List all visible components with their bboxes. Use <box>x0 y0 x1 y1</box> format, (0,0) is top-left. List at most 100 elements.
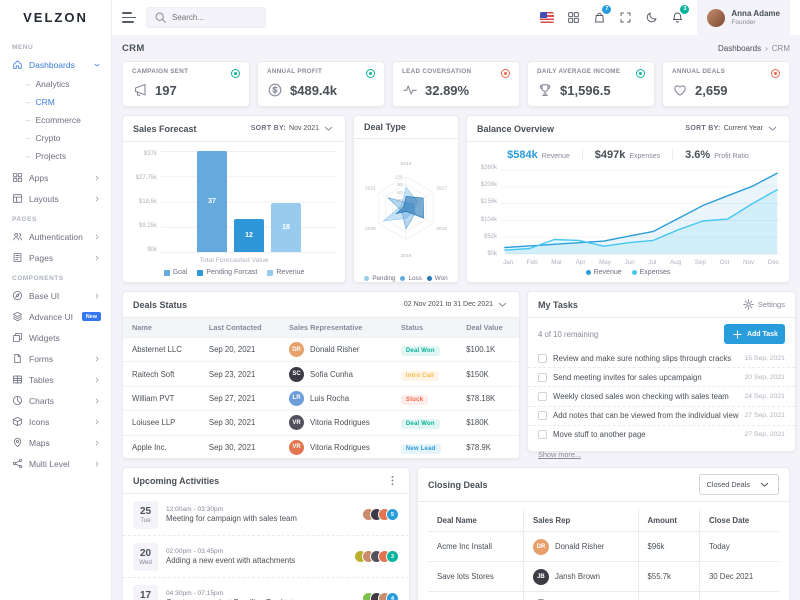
deal-type-title: Deal Type <box>364 122 406 132</box>
avatar: DR <box>533 539 549 555</box>
task-checkbox[interactable] <box>538 411 547 420</box>
file-icon <box>12 353 23 364</box>
dollar-icon <box>267 81 283 99</box>
breadcrumb-dashboards[interactable]: Dashboards <box>718 44 761 53</box>
activity-item[interactable]: 17Wed04:30pm - 07:15pmCreate new project… <box>123 578 409 600</box>
table-row[interactable]: Save lots StoresJBJansh Brown$55.7k30 De… <box>428 562 779 592</box>
bars-area: 371218 <box>161 151 337 253</box>
deal-name: Apple Inc. <box>123 435 200 459</box>
add-task-button[interactable]: Add Task <box>724 324 785 344</box>
dash-icon: – <box>26 80 30 89</box>
table-row[interactable]: Apple Inc.Sep 30, 2021VRVitoria Rodrigue… <box>123 435 519 459</box>
sidebar-item-pages[interactable]: Pages <box>0 247 111 268</box>
activity-date: 17Wed <box>133 585 158 600</box>
sales-rep: DRDonald Risher <box>280 338 392 362</box>
user-menu[interactable]: Anna Adame Founder <box>697 0 790 35</box>
activity-item[interactable]: 20Wed02:00pm - 03:45pmAdding a new event… <box>123 536 409 578</box>
sidebar-item-tables[interactable]: Tables <box>0 369 111 390</box>
sidebar-item-dashboards[interactable]: Dashboards <box>0 54 111 75</box>
fullscreen-icon[interactable] <box>619 11 632 24</box>
legend-item: Revenue <box>267 269 304 276</box>
search-input[interactable] <box>172 13 262 22</box>
sidebar-item-ecommerce[interactable]: –Ecommerce <box>0 111 111 129</box>
dark-mode-icon[interactable] <box>645 11 658 24</box>
activity-item[interactable]: 25Tue12:00am - 03:30pmMeeting for campai… <box>123 494 409 536</box>
hamburger-menu-icon[interactable] <box>122 12 136 23</box>
more-options-icon[interactable] <box>386 474 399 487</box>
sidebar-item-apps[interactable]: Apps <box>0 167 111 188</box>
chevron-right-icon <box>93 376 101 384</box>
sidebar-section-label: COMPONENTS <box>0 268 111 285</box>
sidebar-item-forms[interactable]: Forms <box>0 348 111 369</box>
close-date: 25 Nov 2021 <box>699 592 779 600</box>
activity-title: Adding a new event with attachments <box>166 556 351 565</box>
svg-text:2019: 2019 <box>401 253 412 259</box>
more-count-badge: 4 <box>386 592 399 600</box>
sidebar-item-authentication[interactable]: Authentication <box>0 226 111 247</box>
balance-overview-card: Balance Overview SORT BY: Current Year $… <box>466 115 790 283</box>
brand-logo[interactable]: VELZON <box>0 0 111 35</box>
sales-forecast-chart: $37k$27.75k$18.5k$9.25k$0k371218Total Fo… <box>123 142 345 282</box>
sidebar-item-projects[interactable]: –Projects <box>0 147 111 165</box>
sales-rep: DRDonald Risher <box>523 532 638 562</box>
table-row[interactable]: William PVTSep 27, 2021LRLuis RochaStuck… <box>123 386 519 410</box>
dash-icon: – <box>26 152 30 161</box>
task-checkbox[interactable] <box>538 430 547 439</box>
tasks-settings-button[interactable]: Settings <box>742 298 785 311</box>
show-more-link[interactable]: Show more... <box>528 448 591 461</box>
sidebar-item-widgets[interactable]: Widgets <box>0 327 111 348</box>
task-checkbox[interactable] <box>538 373 547 382</box>
user-avatar <box>707 9 725 27</box>
deals-status-table: NameLast ContactedSales RepresentativeSt… <box>123 318 519 459</box>
language-flag-icon[interactable] <box>540 12 554 23</box>
apps-icon[interactable] <box>567 11 580 24</box>
sidebar-item-multi-level[interactable]: Multi Level <box>0 453 111 474</box>
sidebar-item-crm[interactable]: –CRM <box>0 93 111 111</box>
more-count-badge: 5 <box>386 508 399 521</box>
sidebar-item-analytics[interactable]: –Analytics <box>0 75 111 93</box>
compass-icon <box>12 290 23 301</box>
status-badge: Deal Won <box>401 346 440 356</box>
table-row[interactable]: Raitech SoftSep 23, 2021SCSofia CunhaInt… <box>123 362 519 386</box>
balance-overview-sort[interactable]: SORT BY: Current Year <box>685 122 779 135</box>
sidebar-item-crypto[interactable]: –Crypto <box>0 129 111 147</box>
cart-button[interactable]: 7 <box>593 9 606 27</box>
y-axis-labels: $37k$27.75k$18.5k$9.25k$0k <box>131 151 161 253</box>
notifications-button[interactable]: 3 <box>671 9 684 27</box>
deals-status-date-filter[interactable]: 02 Nov 2021 to 31 Dec 2021 <box>404 298 509 311</box>
pulse-icon <box>402 81 418 99</box>
status-badge: New Lead <box>401 444 441 454</box>
status-badge: Stuck <box>401 395 428 405</box>
notification-count-badge: 3 <box>680 5 689 14</box>
svg-text:120: 120 <box>395 174 403 179</box>
my-tasks-card: My Tasks Settings 4 of 10 remaining Add … <box>527 291 796 452</box>
activity-date: 25Tue <box>133 501 158 529</box>
sidebar-item-layouts[interactable]: Layouts <box>0 188 111 209</box>
table-row[interactable]: Acme Inc InstallDRDonald Risher$96kToday <box>428 532 779 562</box>
table-row[interactable]: Absternet LLCSep 20, 2021DRDonald Risher… <box>123 338 519 362</box>
deal-name: William PVT <box>123 386 200 410</box>
y-axis-labels: $260k$208k$156k$104k$52k$0k <box>475 165 501 257</box>
legend-item: Expenses <box>632 269 671 276</box>
bar-goal[interactable]: 37 <box>197 151 227 252</box>
bar-pending-forcast[interactable]: 12 <box>234 219 264 252</box>
task-checkbox[interactable] <box>538 392 547 401</box>
sidebar-item-base-ui[interactable]: Base UI <box>0 285 111 306</box>
sidebar-item-charts[interactable]: Charts <box>0 390 111 411</box>
activity-time: 02:00pm - 03:45pm <box>166 548 351 555</box>
plus-icon <box>731 328 744 341</box>
task-checkbox[interactable] <box>538 354 547 363</box>
table-row[interactable]: Loiusee LLPSep 30, 2021VRVitoria Rodrigu… <box>123 411 519 435</box>
deal-type-chart: 1209060300201620172018201920202021Pendin… <box>354 139 458 282</box>
search-box[interactable] <box>146 7 266 28</box>
sales-forecast-sort[interactable]: SORT BY: Nov 2021 <box>251 122 335 135</box>
sidebar-item-maps[interactable]: Maps <box>0 432 111 453</box>
task-text: Add notes that can be viewed from the in… <box>553 411 739 420</box>
table-row[interactable]: William PVTAHAyaan Hudda$102k25 Nov 2021 <box>428 592 779 600</box>
bar-revenue[interactable]: 18 <box>271 203 301 252</box>
sidebar-item-icons[interactable]: Icons <box>0 411 111 432</box>
closed-deals-select[interactable]: Closed Deals <box>699 474 779 495</box>
sidebar-item-advance-ui[interactable]: Advance UINew <box>0 306 111 327</box>
line-chart <box>501 165 781 257</box>
sales-rep: LRLuis Rocha <box>280 386 392 410</box>
